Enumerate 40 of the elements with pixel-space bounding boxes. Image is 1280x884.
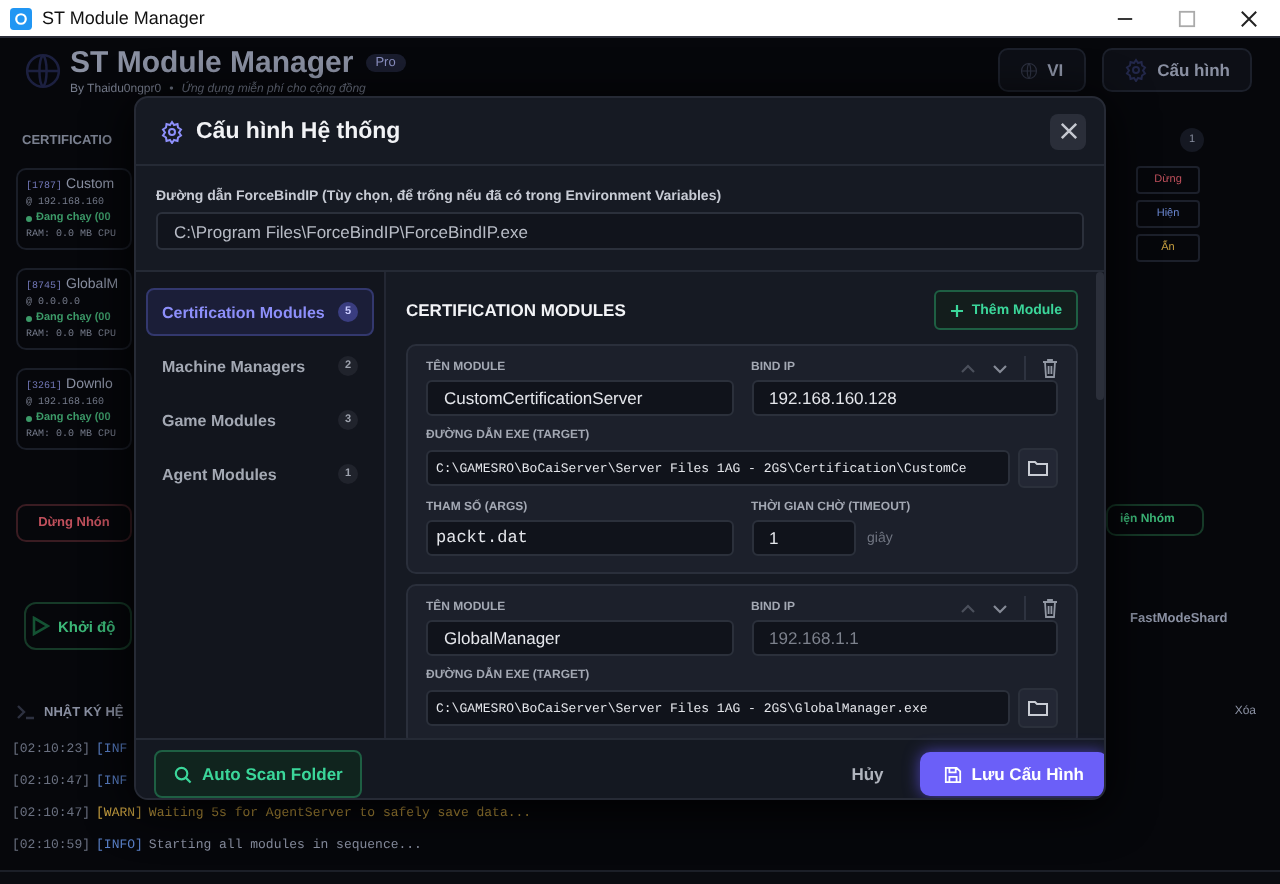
save-button[interactable]: Lưu Cấu Hình (919, 752, 1104, 796)
status-dot (26, 315, 32, 321)
window-title: ST Module Manager (42, 8, 205, 28)
cancel-button[interactable]: Hủy (851, 764, 884, 784)
close-button[interactable] (1050, 113, 1086, 149)
search-icon (174, 765, 192, 783)
language-button[interactable]: VI (997, 48, 1086, 92)
close-icon (1059, 122, 1077, 140)
globe-icon (1019, 61, 1038, 79)
timeout-field[interactable]: 1 (751, 520, 855, 556)
folder-icon (1028, 700, 1049, 716)
bind-ip-field[interactable]: 192.168.160.128 (751, 380, 1058, 416)
browse-folder-button[interactable] (1018, 448, 1058, 488)
module-name-field[interactable]: GlobalManager (426, 620, 733, 656)
forcebindip-path-field[interactable]: C:\Program Files\ForceBindIP\ForceBindIP.exe (156, 212, 1084, 250)
settings-icon (1123, 58, 1148, 82)
play-icon (32, 616, 50, 636)
close-icon[interactable] (1240, 9, 1258, 27)
gear-icon (160, 119, 184, 143)
args-field[interactable]: packt.dat (426, 520, 733, 556)
bind-ip-field[interactable]: 192.168.1.1 (751, 620, 1058, 656)
auto-scan-button[interactable]: Auto Scan Folder (154, 750, 363, 798)
terminal-icon (16, 704, 36, 720)
module-name-field[interactable]: CustomCertificationServer (426, 380, 733, 416)
chevron-down-icon[interactable] (992, 603, 1008, 613)
status-dot (26, 215, 32, 221)
plus-icon (949, 303, 964, 317)
panel-title: CERTIFICATION MODULES (406, 300, 626, 320)
globe-logo-icon (24, 51, 62, 89)
chevron-down-icon[interactable] (992, 363, 1008, 373)
browse-folder-button[interactable] (1018, 688, 1058, 728)
app-title: ST Module Manager (70, 45, 354, 79)
trash-icon[interactable] (1042, 598, 1058, 618)
save-icon (943, 765, 962, 783)
app-logo-icon (10, 7, 32, 29)
dialog-title: Cấu hình Hệ thống (196, 119, 403, 143)
folder-icon (1028, 460, 1049, 476)
settings-button[interactable]: Cấu hình (1101, 48, 1252, 92)
status-dot (26, 415, 32, 421)
trash-icon[interactable] (1042, 358, 1058, 378)
